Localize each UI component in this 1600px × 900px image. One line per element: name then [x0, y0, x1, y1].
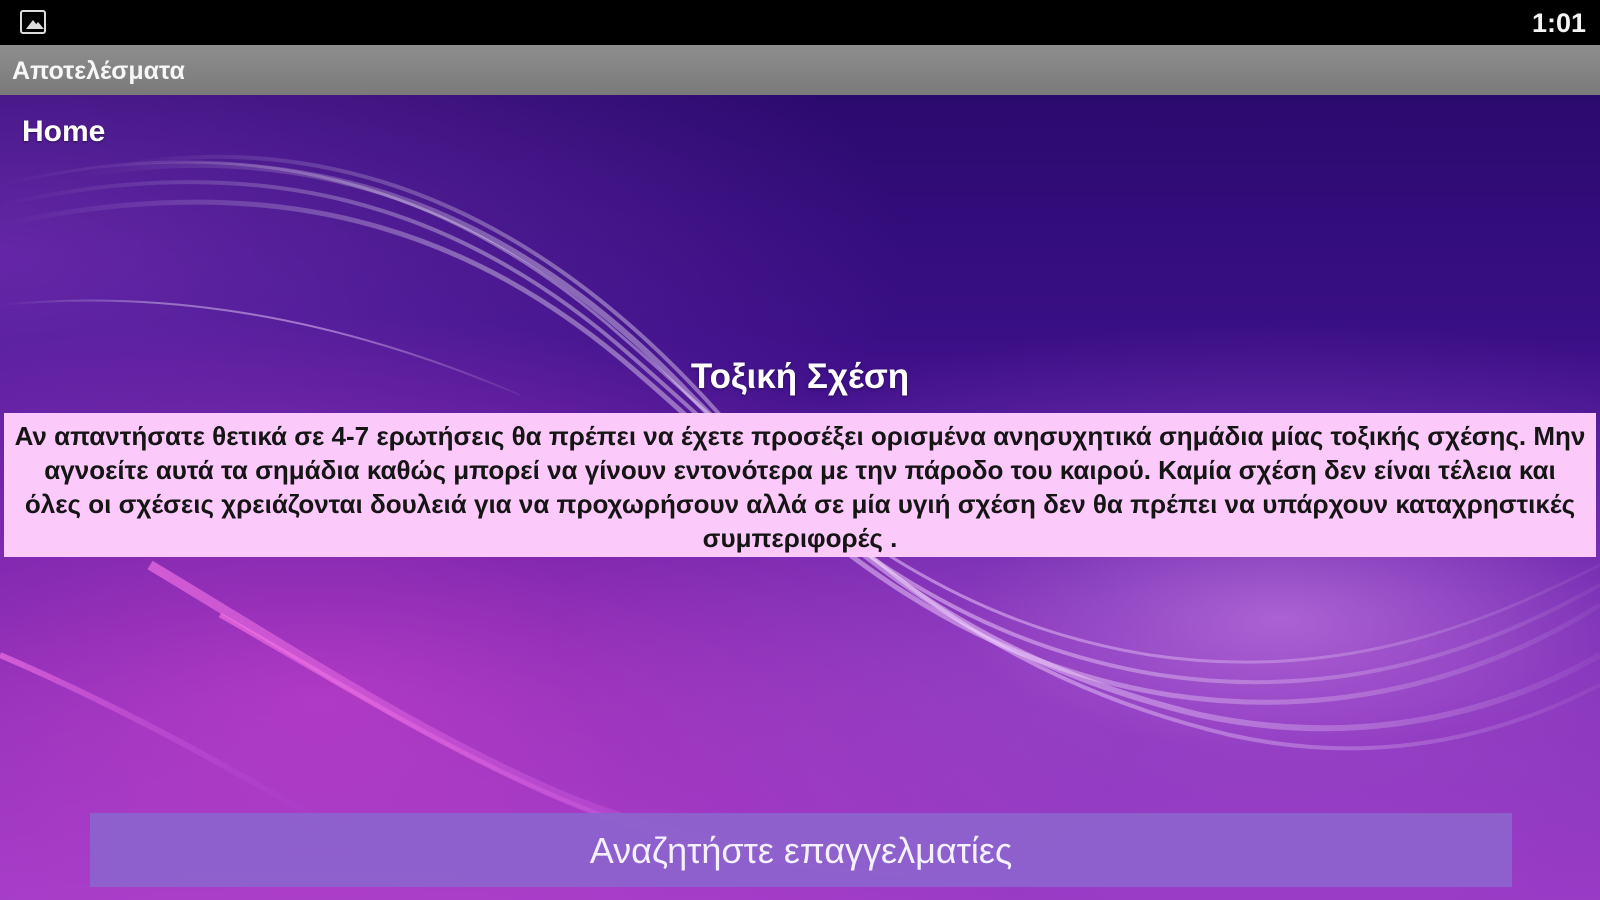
app-screen: 1:01 Αποτελέσματα Home Τοξική Σχέση Αν α…	[0, 0, 1600, 900]
home-link[interactable]: Home	[22, 115, 105, 149]
image-icon	[20, 10, 46, 34]
search-professionals-button[interactable]: Αναζητήστε επαγγελματίες	[90, 813, 1512, 887]
status-time: 1:01	[1531, 8, 1586, 38]
results-content: Home Τοξική Σχέση Αν απαντήσατε θετικά σ…	[0, 95, 1600, 900]
result-title: Τοξική Σχέση	[690, 357, 910, 396]
action-bar: Αποτελέσματα	[0, 45, 1600, 95]
status-bar: 1:01	[0, 0, 1600, 45]
result-description: Αν απαντήσατε θετικά σε 4-7 ερωτήσεις θα…	[4, 413, 1596, 557]
page-title: Αποτελέσματα	[12, 57, 185, 85]
